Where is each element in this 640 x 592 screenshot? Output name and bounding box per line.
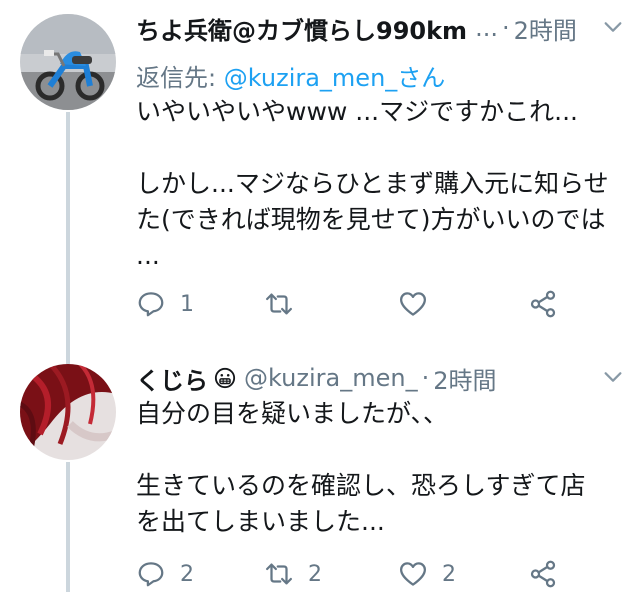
- chevron-down-icon[interactable]: [602, 16, 624, 38]
- tweet-text-line: [136, 432, 626, 468]
- reply-icon: [138, 562, 164, 587]
- tweet-text-line: しかし...マジならひとまず購入元に知らせ: [136, 169, 609, 198]
- thread-connector-line: [66, 112, 70, 366]
- reply-button[interactable]: 1: [136, 284, 194, 324]
- tweet-text-line: いやいやいやwww ...マジですかこれ...: [136, 97, 578, 126]
- like-button[interactable]: [398, 284, 442, 324]
- reply-to-label: 返信先:: [136, 64, 224, 92]
- grimacing-face-emoji-icon: [214, 367, 236, 389]
- share-button[interactable]: [528, 284, 558, 324]
- tweet-actions: 1: [136, 284, 620, 324]
- like-button[interactable]: 2: [398, 554, 456, 592]
- tweet-text-line: た(できれば現物を見せて)方がいいのでは: [136, 205, 606, 234]
- tweet-actions: 2 2 2: [136, 554, 620, 592]
- reply-button[interactable]: 2: [136, 554, 194, 592]
- retweet-button[interactable]: [264, 284, 308, 324]
- reply-to-mention-link[interactable]: @kuzira_men_さん: [224, 64, 446, 92]
- tweet-header: ちよ兵衛@カブ慣らし990km ... · 2時間: [136, 10, 624, 46]
- share-button[interactable]: [528, 554, 558, 592]
- retweet-icon: [266, 563, 292, 585]
- share-icon: [530, 560, 556, 588]
- display-name[interactable]: くじら: [136, 361, 208, 396]
- reply-icon: [138, 292, 164, 317]
- reply-count: 2: [180, 561, 194, 587]
- tweet-text: 自分の目を疑いましたが、、 生きているのを確認し、恐ろしすぎて店 を出てしまいま…: [136, 396, 626, 540]
- red-hair-avatar-image: [20, 364, 116, 460]
- tweet-text-line: を出てしまいました...: [136, 507, 385, 536]
- tweet-text-line: 生きているのを確認し、恐ろしすぎて店: [136, 471, 586, 500]
- tweet-text-line: [136, 130, 626, 166]
- tweet-text: いやいやいやwww ...マジですかこれ... しかし...マジならひとまず購入…: [136, 94, 626, 274]
- reply-count: 1: [180, 291, 194, 317]
- avatar[interactable]: [20, 364, 116, 460]
- heart-icon: [400, 562, 426, 586]
- timestamp[interactable]: 2時間: [433, 361, 496, 396]
- thread-connector-line: [66, 462, 70, 592]
- retweet-icon: [266, 293, 292, 315]
- retweet-count: 2: [308, 561, 322, 587]
- motorbike-avatar-image: [20, 14, 116, 110]
- share-icon: [530, 290, 556, 318]
- user-handle[interactable]: @kuzira_men_: [244, 364, 418, 392]
- tweet-text-line: ...: [136, 241, 160, 270]
- avatar[interactable]: [20, 14, 116, 110]
- heart-icon: [400, 292, 426, 316]
- timestamp[interactable]: 2時間: [514, 11, 577, 46]
- tweet-header: くじら @kuzira_men_ · 2時間: [136, 360, 624, 396]
- like-count: 2: [442, 561, 456, 587]
- separator-dot: ·: [421, 364, 430, 392]
- retweet-button[interactable]: 2: [264, 554, 322, 592]
- tweet-text-line: 自分の目を疑いましたが、、: [136, 399, 449, 428]
- reply-to-line: 返信先: @kuzira_men_さん: [136, 58, 445, 93]
- user-handle[interactable]: ...: [475, 14, 498, 42]
- separator-dot: ·: [501, 14, 510, 42]
- chevron-down-icon[interactable]: [602, 366, 624, 388]
- display-name[interactable]: ちよ兵衛@カブ慣らし990km: [136, 11, 467, 46]
